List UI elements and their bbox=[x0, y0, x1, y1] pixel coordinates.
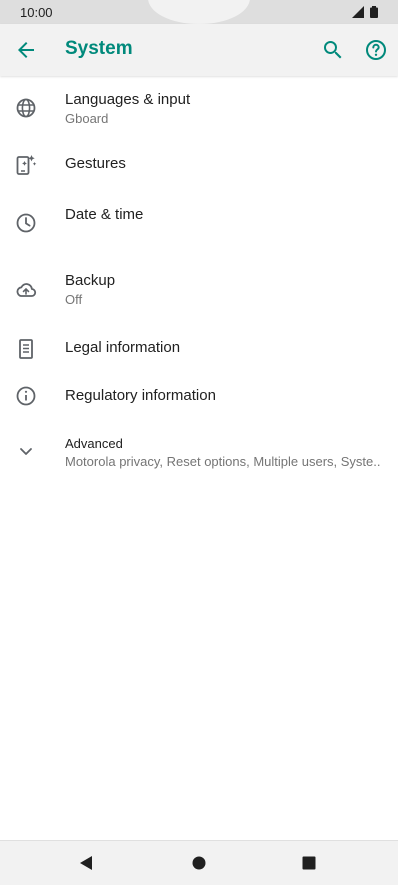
cloud-upload-icon bbox=[16, 283, 37, 297]
back-arrow-icon[interactable] bbox=[14, 38, 38, 62]
search-icon[interactable] bbox=[321, 38, 345, 62]
item-title: Advanced bbox=[65, 436, 123, 451]
clock-icon bbox=[16, 213, 36, 233]
chevron-down-icon bbox=[20, 448, 32, 455]
gestures-phone-icon bbox=[16, 155, 37, 175]
navigation-bar bbox=[0, 840, 398, 885]
back-triangle-icon[interactable] bbox=[77, 853, 97, 873]
item-title: Languages & input bbox=[65, 91, 191, 108]
list-item-advanced[interactable]: Advanced Motorola privacy, Reset options… bbox=[0, 426, 398, 486]
recents-square-icon[interactable] bbox=[299, 853, 319, 873]
item-title: Gestures bbox=[65, 155, 126, 172]
status-time: 10:00 bbox=[20, 5, 53, 20]
page-title: System bbox=[65, 38, 133, 59]
item-subtitle: Motorola privacy, Reset options, Multipl… bbox=[65, 454, 381, 469]
help-icon[interactable] bbox=[364, 38, 388, 62]
home-circle-icon[interactable] bbox=[189, 853, 209, 873]
status-icons bbox=[351, 6, 378, 24]
item-title: Legal information bbox=[65, 339, 181, 356]
globe-icon bbox=[16, 98, 36, 118]
item-title: Backup bbox=[65, 272, 116, 289]
list-item-gestures[interactable]: Gestures bbox=[0, 138, 398, 190]
list-item-regulatory[interactable]: Regulatory information bbox=[0, 376, 398, 426]
item-title: Date & time bbox=[65, 206, 144, 223]
status-bar: 10:00 bbox=[0, 0, 398, 24]
item-subtitle: Off bbox=[65, 292, 83, 307]
document-icon bbox=[19, 339, 33, 359]
camera-notch bbox=[148, 0, 250, 24]
list-item-legal[interactable]: Legal information bbox=[0, 328, 398, 376]
app-bar: System bbox=[0, 24, 398, 76]
list-item-date-time[interactable]: Date & time bbox=[0, 190, 398, 266]
list-item-languages[interactable]: Languages & input Gboard bbox=[0, 76, 398, 138]
list-item-backup[interactable]: Backup Off bbox=[0, 266, 398, 328]
info-icon bbox=[16, 386, 36, 406]
battery-icon bbox=[370, 6, 378, 18]
signal-icon bbox=[351, 6, 364, 18]
item-subtitle: Gboard bbox=[65, 111, 109, 126]
item-title: Regulatory information bbox=[65, 387, 216, 404]
